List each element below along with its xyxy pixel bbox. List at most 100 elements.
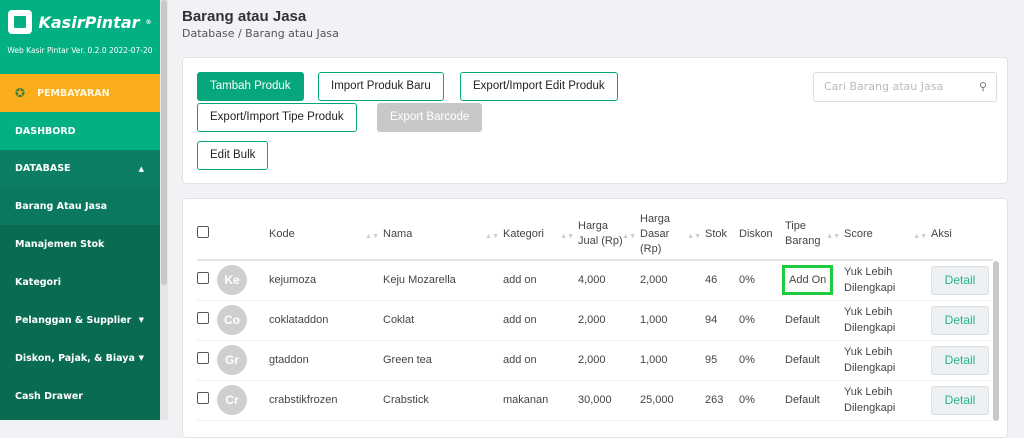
tipe-barang: Default [785,314,820,326]
tipe-barang: Default [785,354,820,366]
table-row: Ke kejumoza Keju Mozarella add on 4,000 … [197,260,993,301]
sidebar-item-dashbord[interactable]: DASHBORD [0,112,160,150]
nama: Keju Mozarella [383,260,503,301]
label: DATABASE [15,163,71,174]
sidebar-item-barang-atau-jasa[interactable]: Barang Atau Jasa [0,187,160,225]
table-card: Kode ▲▼ Nama ▲▼ Kategori ▲▼ Harga Jual (Rp) ▲… [182,198,1008,438]
sidebar-item-manajemen-stok[interactable]: Manajemen Stok [0,225,160,263]
sidebar-item-cash-drawer[interactable]: Cash Drawer [0,377,160,415]
harga-jual: 4,000 [578,260,640,301]
diskon: 0% [739,380,785,421]
tipe-barang: Add On [781,265,834,296]
avatar: Co [217,305,247,335]
avatar: Ke [217,265,247,296]
detail-button[interactable]: Detail [931,305,989,335]
table-row: Gr gtaddon Green tea add on 2,000 1,000 … [197,340,993,381]
logo: KasirPintar ® Web Kasir Pintar Ver. 0.2.0… [0,0,160,74]
sidebar-item-kategori[interactable]: Kategori [0,263,160,301]
harga-dasar: 1,000 [640,300,705,341]
col-tipe-barang[interactable]: Tipe Barang ▲▼ [785,209,844,261]
export-import-edit-button[interactable]: Export/Import Edit Produk [460,72,618,101]
toolbar-card: Tambah Produk Import Produk Baru Export/… [182,57,1008,184]
col-diskon[interactable]: Diskon [739,209,785,261]
col-kode[interactable]: Kode ▲▼ [269,209,383,261]
score: Yuk Lebih Dilengkapi [844,300,931,341]
caret-down-icon: ▼ [138,316,144,324]
sort-icon[interactable]: ▲▼ [560,229,574,244]
nama: Coklat [383,300,503,341]
kode: gtaddon [269,340,383,381]
diskon: 0% [739,260,785,301]
row-checkbox[interactable] [197,271,209,284]
col-nama[interactable]: Nama ▲▼ [383,209,503,261]
col-harga-jual[interactable]: Harga Jual (Rp) ▲▼ [578,209,640,261]
label: Pelanggan & Supplier [15,314,132,326]
export-import-tipe-button[interactable]: Export/Import Tipe Produk [197,103,357,132]
detail-button[interactable]: Detail [931,385,989,415]
stok: 46 [705,260,739,301]
stok: 263 [705,380,739,421]
sidebar-item-diskon-pajak-biaya[interactable]: Diskon, Pajak, & Biaya ▼ [0,339,160,377]
sidebar-item-pelanggan-supplier[interactable]: Pelanggan & Supplier ▼ [0,301,160,339]
col-aksi: Aksi [931,209,993,261]
label: Diskon, Pajak, & Biaya [15,352,135,364]
tipe-barang: Default [785,394,820,406]
diskon: 0% [739,340,785,381]
harga-dasar: 2,000 [640,260,705,301]
select-all-checkbox[interactable] [197,225,209,238]
harga-jual: 30,000 [578,380,640,421]
kode: crabstikfrozen [269,380,383,421]
product-table: Kode ▲▼ Nama ▲▼ Kategori ▲▼ Harga Jual (Rp) ▲… [197,209,993,421]
avatar: Gr [217,345,247,375]
harga-jual: 2,000 [578,340,640,381]
col-stok[interactable]: Stok [705,209,739,261]
label: Manajemen Stok [15,238,105,250]
sort-icon[interactable]: ▲▼ [622,229,636,244]
page-title: Barang atau Jasa [182,8,307,25]
import-produk-button[interactable]: Import Produk Baru [318,72,444,101]
search-placeholder: Cari Barang atau Jasa [824,80,944,93]
row-checkbox[interactable] [197,351,209,364]
harga-dasar: 1,000 [640,340,705,381]
col-kategori[interactable]: Kategori ▲▼ [503,209,578,261]
col-score[interactable]: Score ▲▼ [844,209,931,261]
sidebar-item-pembayaran[interactable]: ✪ PEMBAYARAN [0,74,160,112]
score: Yuk Lebih Dilengkapi [844,340,931,381]
sort-icon[interactable]: ▲▼ [365,229,379,244]
sort-icon[interactable]: ▲▼ [687,229,701,244]
row-checkbox[interactable] [197,391,209,404]
table-scrollbar[interactable] [993,261,999,421]
search-input[interactable]: Cari Barang atau Jasa ⚲ [813,72,997,102]
sidebar-item-database[interactable]: DATABASE ▲ [0,150,160,187]
detail-button[interactable]: Detail [931,265,989,295]
search-icon[interactable]: ⚲ [979,73,987,101]
stok: 94 [705,300,739,341]
harga-jual: 2,000 [578,300,640,341]
table-row: Co coklataddon Coklat add on 2,000 1,000… [197,300,993,341]
cashier-logo-icon [8,10,33,34]
medal-icon: ✪ [15,86,26,100]
sort-icon[interactable]: ▲▼ [485,229,499,244]
stok: 95 [705,340,739,381]
label: PEMBAYARAN [37,87,110,99]
sidebar-scrollbar-thumb[interactable] [161,0,167,285]
label: Kategori [15,276,62,288]
label: Barang Atau Jasa [15,200,108,212]
kode: kejumoza [269,260,383,301]
label: Cash Drawer [15,390,83,402]
export-barcode-button[interactable]: Export Barcode [377,103,483,132]
caret-up-icon: ▲ [138,164,144,173]
harga-dasar: 25,000 [640,380,705,421]
col-harga-dasar[interactable]: Harga Dasar (Rp) ▲▼ [640,209,705,261]
edit-bulk-button[interactable]: Edit Bulk [197,141,269,170]
sort-icon[interactable]: ▲▼ [913,229,927,244]
caret-down-icon: ▼ [138,354,144,362]
nama: Green tea [383,340,503,381]
detail-button[interactable]: Detail [931,345,989,375]
diskon: 0% [739,300,785,341]
row-checkbox[interactable] [197,311,209,324]
sort-icon[interactable]: ▲▼ [826,229,840,244]
tambah-produk-button[interactable]: Tambah Produk [197,72,304,101]
brand-name: KasirPintar [38,12,140,32]
breadcrumb: Database / Barang atau Jasa [182,27,339,40]
